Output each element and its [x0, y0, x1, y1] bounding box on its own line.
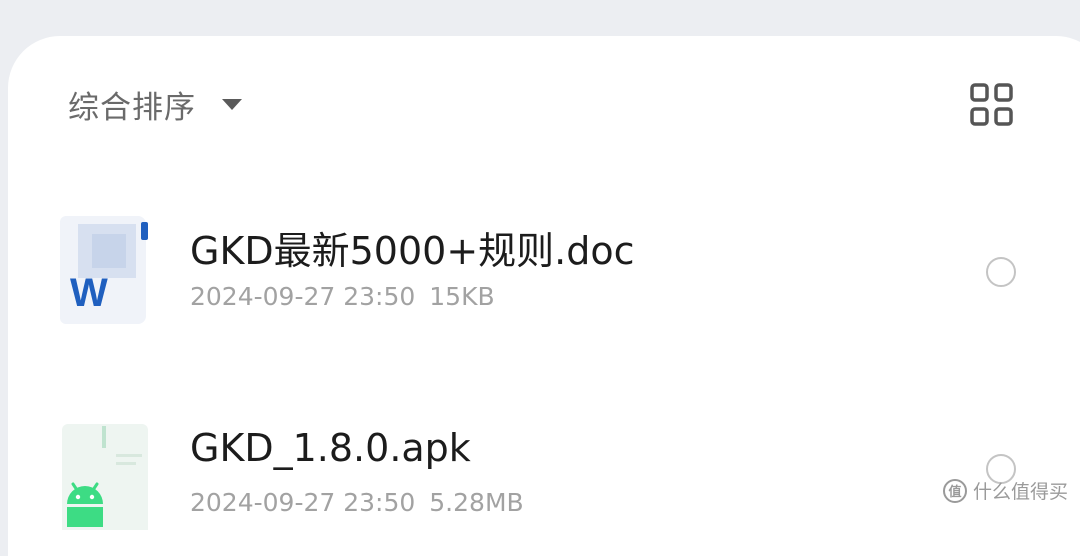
caret-down-icon [222, 98, 242, 110]
file-name: GKD最新5000+规则.doc [190, 229, 635, 273]
file-size: 15KB [429, 282, 495, 311]
grid-view-icon [970, 83, 1013, 126]
apk-android-icon [58, 418, 152, 534]
watermark-text: 什么值得买 [972, 481, 1068, 503]
file-date: 2024-09-27 23:50 [190, 488, 416, 517]
select-radio[interactable] [986, 257, 1016, 287]
file-item[interactable]: W GKD最新5000+规则.doc 2024-09-27 23:50 15KB [58, 212, 1048, 332]
file-date: 2024-09-27 23:50 [190, 282, 416, 311]
sort-label: 综合排序 [68, 89, 196, 126]
watermark: 值 什么值得买 [942, 477, 1068, 504]
file-size: 5.28MB [429, 488, 524, 517]
watermark-badge: 值 [942, 478, 967, 503]
file-meta: 2024-09-27 23:50 15KB [190, 282, 495, 311]
grid-view-button[interactable] [969, 82, 1015, 128]
file-name: GKD_1.8.0.apk [190, 426, 471, 470]
svg-text:W: W [70, 271, 108, 315]
file-meta: 2024-09-27 23:50 5.28MB [190, 488, 524, 517]
sort-dropdown[interactable]: 综合排序 [68, 82, 242, 126]
file-item[interactable]: GKD_1.8.0.apk 2024-09-27 23:50 5.28MB [58, 418, 1048, 538]
word-doc-icon: W [58, 212, 152, 328]
